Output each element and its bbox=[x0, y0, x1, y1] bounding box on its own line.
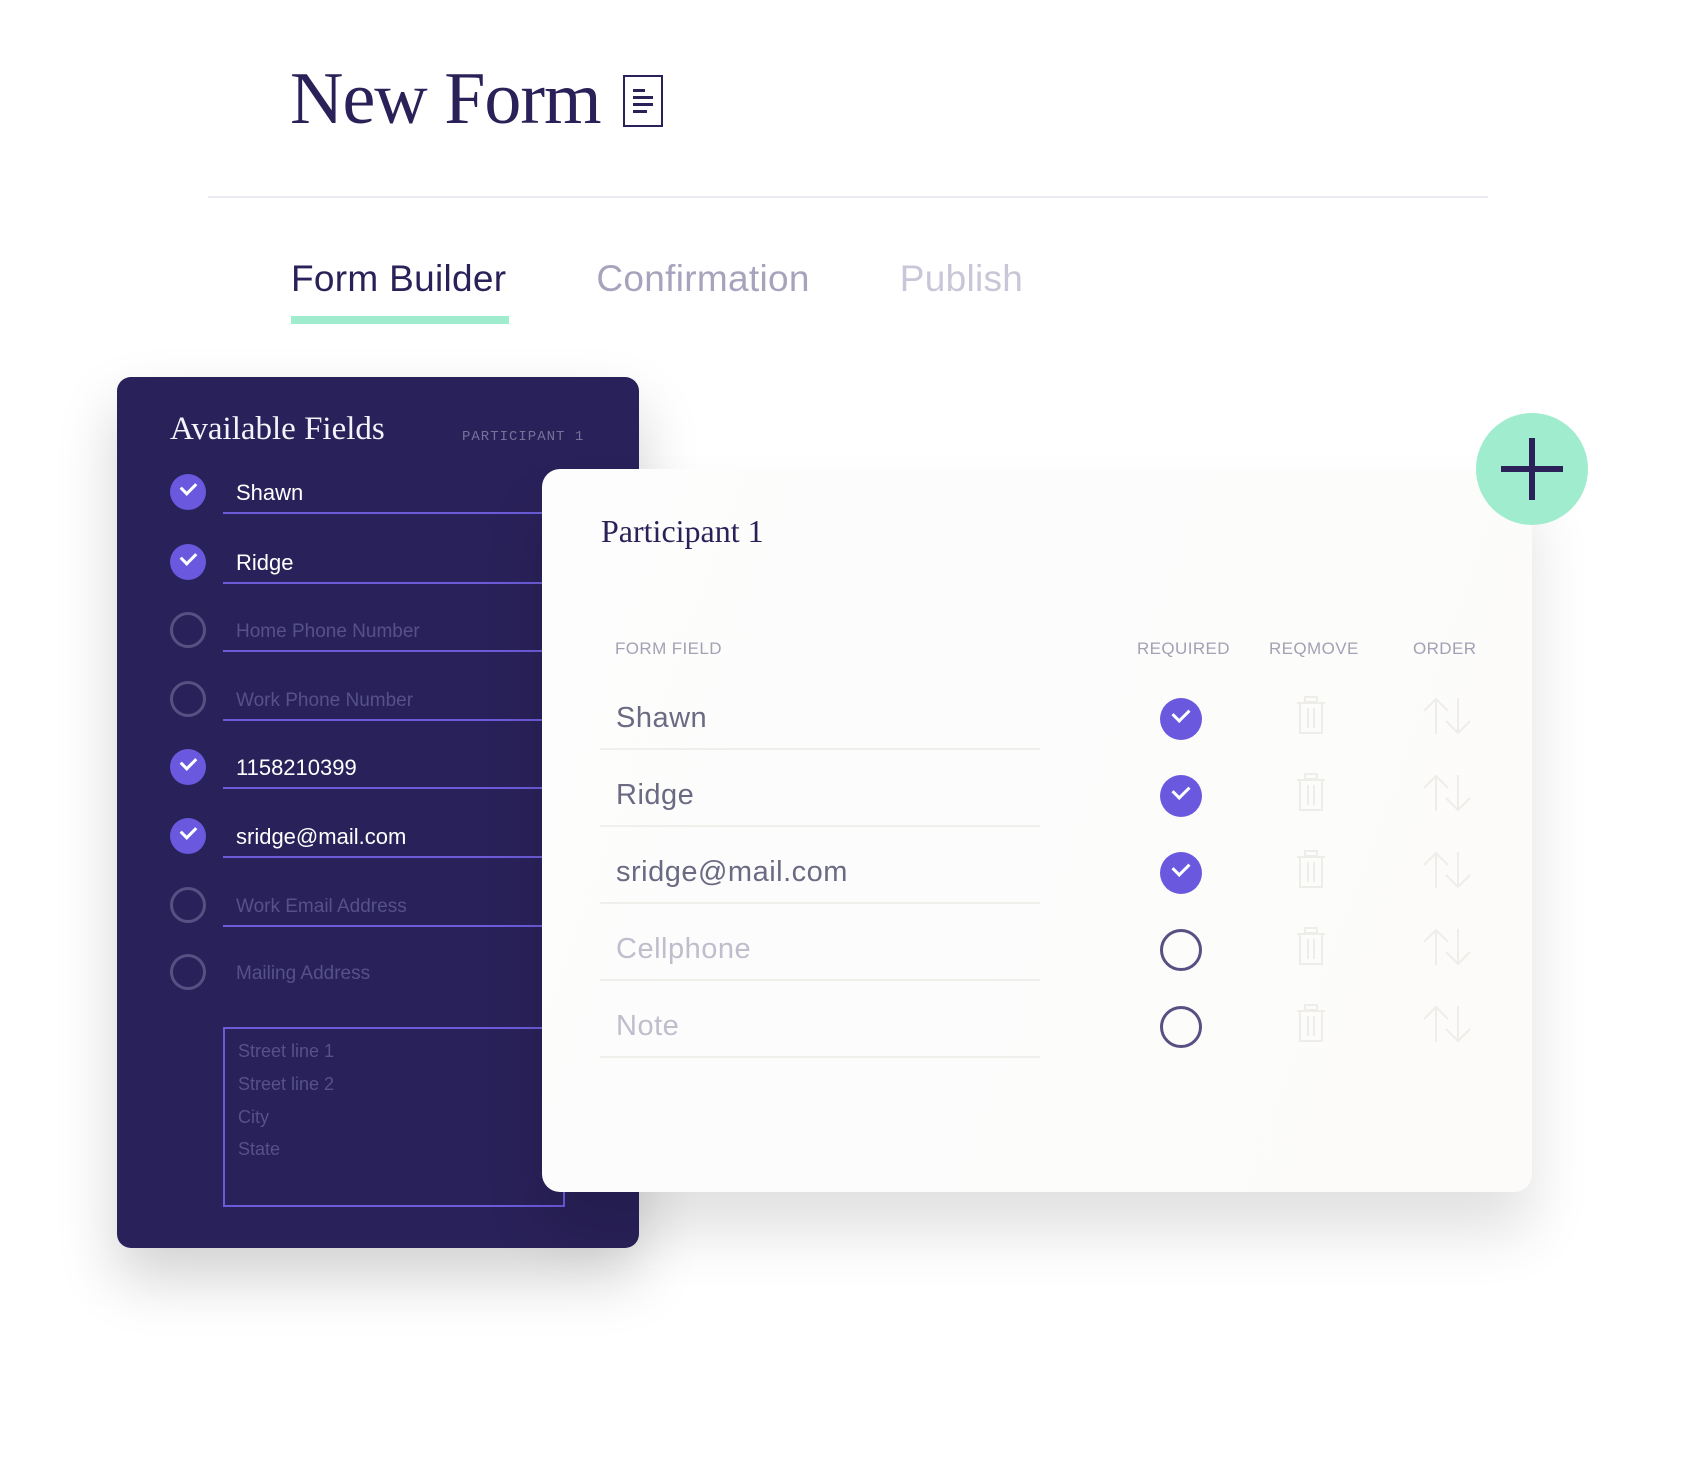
trash-icon[interactable] bbox=[1296, 927, 1326, 965]
participant-card: Participant 1 FORM FIELD REQUIRED REQMOV… bbox=[542, 469, 1532, 1192]
tab-form-builder[interactable]: Form Builder bbox=[291, 258, 506, 300]
participant-title: Participant 1 bbox=[601, 513, 764, 549]
participant-label: PARTICIPANT 1 bbox=[462, 429, 585, 445]
reorder-arrows-icon[interactable] bbox=[1422, 1004, 1472, 1044]
unchecked-checkbox-icon[interactable] bbox=[170, 681, 206, 717]
address-state[interactable]: State bbox=[238, 1139, 280, 1160]
form-field-input[interactable]: Note bbox=[600, 998, 1040, 1058]
form-field-text: Ridge bbox=[616, 779, 695, 811]
form-field-input[interactable]: Cellphone bbox=[600, 921, 1040, 981]
field-text: Work Email Address bbox=[236, 896, 407, 917]
unchecked-checkbox-icon[interactable] bbox=[170, 954, 206, 990]
tab-confirmation[interactable]: Confirmation bbox=[596, 258, 809, 300]
table-row: Shawn bbox=[600, 690, 1600, 760]
mailing-address-box[interactable]: Street line 1 Street line 2 City State bbox=[223, 1027, 565, 1207]
page-header: New Form bbox=[290, 62, 663, 136]
field-text: sridge@mail.com bbox=[236, 824, 407, 849]
table-row: Note bbox=[600, 998, 1600, 1068]
address-city[interactable]: City bbox=[238, 1107, 269, 1128]
document-icon bbox=[622, 75, 663, 127]
field-text: Home Phone Number bbox=[236, 621, 420, 642]
form-field-input[interactable]: Shawn bbox=[600, 690, 1040, 750]
checked-checkbox-icon[interactable] bbox=[170, 749, 206, 785]
form-field-text: Note bbox=[616, 1010, 680, 1042]
checked-checkbox-icon[interactable] bbox=[170, 474, 206, 510]
field-text: 1158210399 bbox=[236, 755, 357, 780]
table-row: Cellphone bbox=[600, 921, 1600, 991]
header-divider bbox=[208, 196, 1488, 198]
tab-bar: Form Builder Confirmation Publish bbox=[291, 258, 1113, 300]
tab-publish[interactable]: Publish bbox=[900, 258, 1023, 300]
field-text: Shawn bbox=[236, 480, 304, 505]
form-field-text: Shawn bbox=[616, 702, 708, 734]
reorder-arrows-icon[interactable] bbox=[1422, 927, 1472, 967]
page-title: New Form bbox=[290, 58, 602, 140]
form-field-text: Cellphone bbox=[616, 933, 752, 965]
address-street-line-1[interactable]: Street line 1 bbox=[238, 1041, 334, 1062]
reorder-arrows-icon[interactable] bbox=[1422, 696, 1472, 736]
reorder-arrows-icon[interactable] bbox=[1422, 850, 1472, 890]
field-text: Mailing Address bbox=[236, 963, 371, 984]
trash-icon[interactable] bbox=[1296, 850, 1326, 888]
column-header-remove: REQMOVE bbox=[1269, 639, 1359, 658]
table-row: sridge@mail.com bbox=[600, 844, 1600, 914]
add-field-button[interactable] bbox=[1476, 413, 1588, 525]
required-unchecked-icon[interactable] bbox=[1160, 929, 1202, 971]
required-checked-icon[interactable] bbox=[1160, 698, 1202, 740]
column-header-required: REQUIRED bbox=[1137, 639, 1230, 658]
column-header-order: ORDER bbox=[1413, 639, 1477, 658]
address-street-line-2[interactable]: Street line 2 bbox=[238, 1074, 334, 1095]
trash-icon[interactable] bbox=[1296, 773, 1326, 811]
unchecked-checkbox-icon[interactable] bbox=[170, 887, 206, 923]
field-text: Work Phone Number bbox=[236, 690, 414, 711]
trash-icon[interactable] bbox=[1296, 1004, 1326, 1042]
reorder-arrows-icon[interactable] bbox=[1422, 773, 1472, 813]
required-unchecked-icon[interactable] bbox=[1160, 1006, 1202, 1048]
checked-checkbox-icon[interactable] bbox=[170, 818, 206, 854]
column-header-form-field: FORM FIELD bbox=[615, 639, 722, 658]
required-checked-icon[interactable] bbox=[1160, 852, 1202, 894]
form-field-input[interactable]: Ridge bbox=[600, 767, 1040, 827]
field-text: Ridge bbox=[236, 550, 294, 575]
table-row: Ridge bbox=[600, 767, 1600, 837]
form-field-input[interactable]: sridge@mail.com bbox=[600, 844, 1040, 904]
available-fields-title: Available Fields bbox=[170, 411, 385, 447]
unchecked-checkbox-icon[interactable] bbox=[170, 612, 206, 648]
active-tab-indicator bbox=[291, 316, 509, 324]
form-field-text: sridge@mail.com bbox=[616, 856, 848, 888]
checked-checkbox-icon[interactable] bbox=[170, 544, 206, 580]
trash-icon[interactable] bbox=[1296, 696, 1326, 734]
required-checked-icon[interactable] bbox=[1160, 775, 1202, 817]
